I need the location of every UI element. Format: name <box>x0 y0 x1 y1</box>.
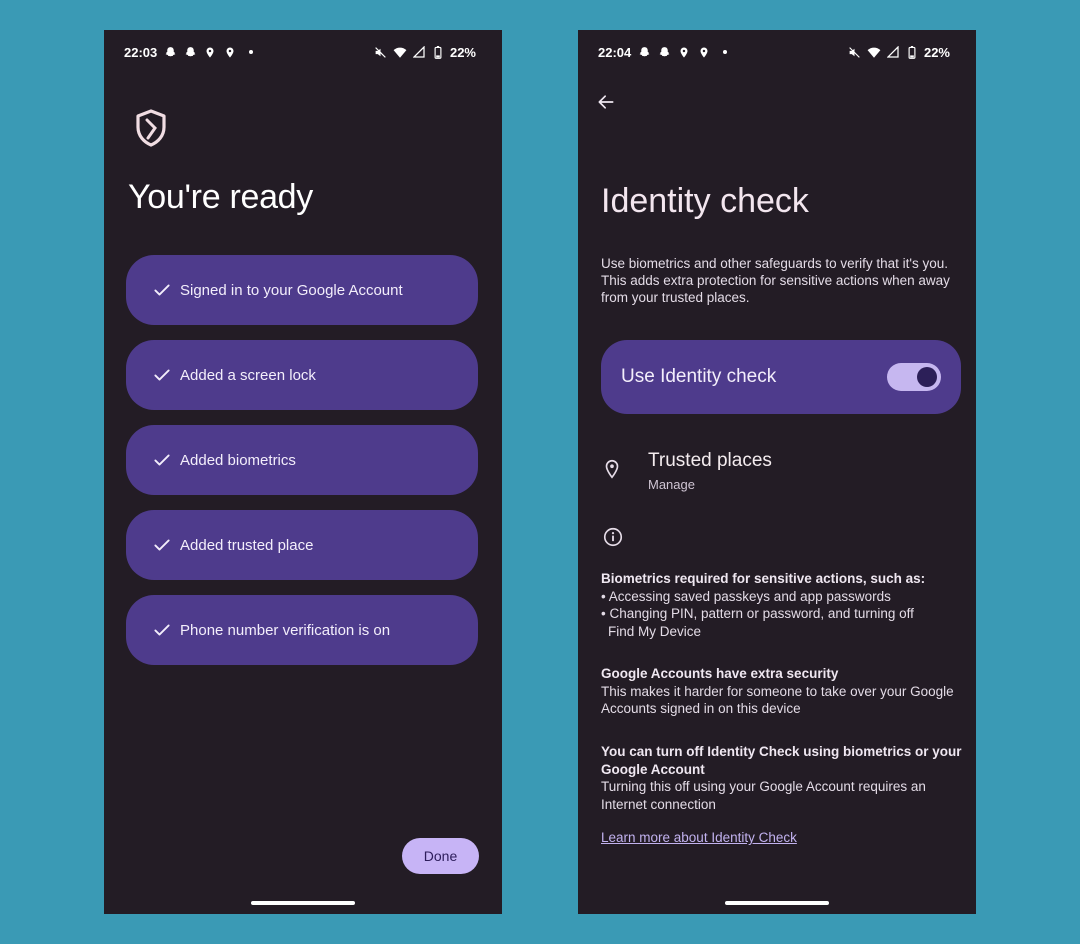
turn-off-heading: You can turn off Identity Check using bi… <box>601 744 962 777</box>
status-time: 22:04 <box>598 44 632 60</box>
location-pin-icon <box>601 458 623 480</box>
home-indicator[interactable] <box>251 901 355 905</box>
signal-icon <box>886 45 900 59</box>
page-title: Identity check <box>601 182 809 220</box>
checklist-item-biometrics: Added biometrics <box>126 425 478 495</box>
turn-off-body: Turning this off using your Google Accou… <box>601 779 926 812</box>
accounts-heading: Google Accounts have extra security <box>601 666 839 681</box>
biometrics-bullet: • Accessing saved passkeys and app passw… <box>601 588 891 604</box>
snapchat-icon <box>163 45 177 59</box>
biometrics-bullet: • Changing PIN, pattern or password, and… <box>601 606 914 621</box>
checklist-item-label: Signed in to your Google Account <box>180 281 403 299</box>
phone-screen-identity-check: 22:04 22% Identity check Use biometrics … <box>578 30 976 914</box>
arrow-left-icon <box>598 95 614 109</box>
accounts-body: This makes it harder for someone to take… <box>601 683 954 717</box>
checkmark-icon <box>152 620 172 640</box>
checklist-item-screen-lock: Added a screen lock <box>126 340 478 410</box>
battery-icon <box>905 45 919 59</box>
intro-description: Use biometrics and other safeguards to v… <box>601 256 950 305</box>
phone-screen-setup-complete: 22:03 22% You're ready Signed in to your… <box>104 30 502 914</box>
home-indicator[interactable] <box>725 901 829 905</box>
notification-dot-icon <box>723 50 728 54</box>
checklist-item-google-account: Signed in to your Google Account <box>126 255 478 325</box>
switch-thumb <box>917 367 937 387</box>
battery-percentage: 22% <box>449 44 476 60</box>
trusted-places-title: Trusted places <box>648 450 772 471</box>
location-pin-icon <box>677 45 691 59</box>
checkmark-icon <box>152 280 172 300</box>
battery-icon <box>431 45 445 59</box>
turn-off-info-section: You can turn off Identity Check using bi… <box>601 743 963 813</box>
status-bar: 22:04 22% <box>598 42 950 62</box>
wifi-icon <box>393 45 407 59</box>
mute-icon <box>374 45 388 59</box>
toggle-label: Use Identity check <box>621 366 777 387</box>
checkmark-icon <box>152 535 172 555</box>
checklist-item-label: Added trusted place <box>180 536 314 554</box>
setup-checklist: Signed in to your Google Account Added a… <box>126 255 478 680</box>
status-time: 22:03 <box>124 44 158 60</box>
checkmark-icon <box>152 365 172 385</box>
done-button[interactable]: Done <box>402 838 479 874</box>
checkmark-icon <box>152 450 172 470</box>
page-title: You're ready <box>128 178 313 216</box>
snapchat-icon <box>657 45 671 59</box>
trusted-places-row[interactable]: Trusted places Manage <box>601 448 961 498</box>
checklist-item-phone-verification: Phone number verification is on <box>126 595 478 665</box>
snapchat-icon <box>183 45 197 59</box>
info-icon <box>602 526 624 548</box>
learn-more-link[interactable]: Learn more about Identity Check <box>601 830 797 845</box>
biometrics-bullet-continued: Find My Device <box>608 623 702 639</box>
checklist-item-label: Added a screen lock <box>180 366 316 384</box>
signal-icon <box>412 45 426 59</box>
location-pin-icon <box>203 45 217 59</box>
checklist-item-trusted-place: Added trusted place <box>126 510 478 580</box>
identity-check-switch[interactable] <box>887 363 941 391</box>
identity-check-toggle-row[interactable]: Use Identity check <box>601 340 961 414</box>
snapchat-icon <box>637 45 651 59</box>
notification-dot-icon <box>249 50 254 54</box>
wifi-icon <box>867 45 881 59</box>
back-button[interactable] <box>592 88 620 116</box>
checklist-item-label: Phone number verification is on <box>180 621 391 639</box>
biometrics-heading: Biometrics required for sensitive action… <box>601 571 926 586</box>
battery-percentage: 22% <box>923 44 950 60</box>
biometrics-info-section: Biometrics required for sensitive action… <box>601 570 963 640</box>
location-pin-icon <box>223 45 237 59</box>
location-pin-icon <box>697 45 711 59</box>
accounts-info-section: Google Accounts have extra security This… <box>601 665 963 718</box>
status-bar: 22:03 22% <box>124 42 476 62</box>
checklist-item-label: Added biometrics <box>180 451 296 469</box>
trusted-places-subtitle: Manage <box>648 477 695 492</box>
mute-icon <box>848 45 862 59</box>
shield-icon <box>134 108 168 148</box>
